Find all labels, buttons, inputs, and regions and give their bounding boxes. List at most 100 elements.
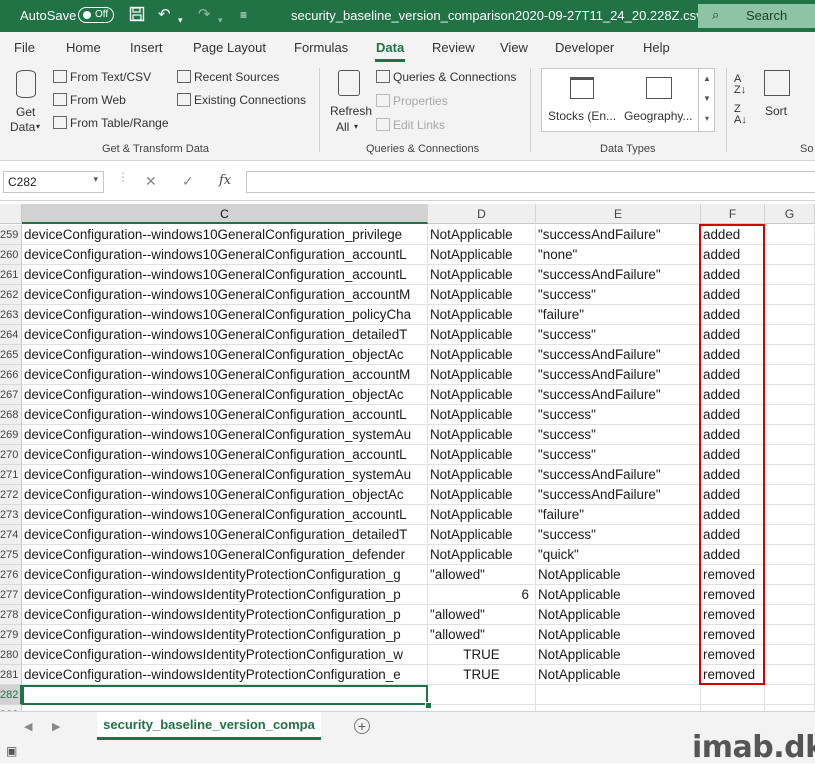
cell-e[interactable]: "successAndFailure" — [536, 485, 701, 505]
cell-e[interactable]: NotApplicable — [536, 645, 701, 665]
cell-c[interactable]: deviceConfiguration--windows10GeneralCon… — [22, 505, 428, 525]
cell-d[interactable]: NotApplicable — [428, 225, 536, 245]
formula-input[interactable] — [246, 171, 815, 193]
save-icon[interactable] — [129, 6, 145, 27]
row-header[interactable]: 279 — [0, 625, 22, 645]
cell-d[interactable]: NotApplicable — [428, 345, 536, 365]
autosave-toggle[interactable]: Off — [78, 7, 114, 23]
fill-handle[interactable] — [425, 702, 432, 709]
cell-d[interactable]: TRUE — [428, 645, 536, 665]
cell-d[interactable]: NotApplicable — [428, 445, 536, 465]
search-box[interactable]: ⌕ Search — [698, 4, 815, 28]
from-text-csv-button[interactable]: From Text/CSV — [53, 70, 151, 84]
cell-d[interactable] — [428, 685, 536, 705]
cell-c[interactable]: deviceConfiguration--windowsIdentityProt… — [22, 665, 428, 685]
cell-d[interactable]: NotApplicable — [428, 285, 536, 305]
enter-icon[interactable]: ✓ — [182, 173, 194, 190]
row-header[interactable]: 260 — [0, 245, 22, 265]
cell-g[interactable] — [765, 385, 815, 405]
cell-c[interactable]: deviceConfiguration--windowsIdentityProt… — [22, 585, 428, 605]
cell-d[interactable]: NotApplicable — [428, 365, 536, 385]
cell-c[interactable]: deviceConfiguration--windows10GeneralCon… — [22, 405, 428, 425]
cell-d[interactable]: NotApplicable — [428, 425, 536, 445]
cell-g[interactable] — [765, 605, 815, 625]
cell-e[interactable]: "successAndFailure" — [536, 465, 701, 485]
recent-sources-button[interactable]: Recent Sources — [177, 70, 279, 84]
column-header-d[interactable]: D — [428, 204, 536, 224]
cell-c[interactable]: deviceConfiguration--windows10GeneralCon… — [22, 325, 428, 345]
row-header[interactable]: 267 — [0, 385, 22, 405]
cell-d[interactable]: 6 — [428, 585, 536, 605]
cell-d[interactable]: NotApplicable — [428, 485, 536, 505]
get-data-button[interactable]: Get Data ▾ — [8, 68, 48, 138]
macro-record-icon[interactable]: ▣ — [6, 744, 17, 758]
cell-d[interactable]: NotApplicable — [428, 305, 536, 325]
cell-e[interactable]: "success" — [536, 405, 701, 425]
cell-g[interactable] — [765, 345, 815, 365]
cell-e[interactable]: NotApplicable — [536, 565, 701, 585]
customize-toolbar-icon[interactable]: ≡ — [240, 6, 247, 24]
cell-c[interactable]: deviceConfiguration--windows10GeneralCon… — [22, 285, 428, 305]
cell-g[interactable] — [765, 565, 815, 585]
cell-e[interactable]: "success" — [536, 525, 701, 545]
cell-c[interactable]: deviceConfiguration--windows10GeneralCon… — [22, 485, 428, 505]
cell-e[interactable]: "successAndFailure" — [536, 385, 701, 405]
tab-insert[interactable]: Insert — [130, 40, 163, 55]
cell-e[interactable]: NotApplicable — [536, 625, 701, 645]
row-header[interactable]: 278 — [0, 605, 22, 625]
cell-d[interactable]: NotApplicable — [428, 325, 536, 345]
stocks-button[interactable]: Stocks (En... — [544, 71, 620, 129]
cell-d[interactable]: TRUE — [428, 665, 536, 685]
cell-g[interactable] — [765, 485, 815, 505]
cell-c[interactable]: deviceConfiguration--windows10GeneralCon… — [22, 305, 428, 325]
cell-c[interactable]: deviceConfiguration--windows10GeneralCon… — [22, 525, 428, 545]
cell-g[interactable] — [765, 285, 815, 305]
tab-help[interactable]: Help — [643, 40, 670, 55]
sheet-tab[interactable]: security_baseline_version_compa — [97, 712, 321, 740]
row-header[interactable]: 274 — [0, 525, 22, 545]
cell-g[interactable] — [765, 365, 815, 385]
column-header-c[interactable]: C — [22, 204, 428, 224]
cell-e[interactable]: "success" — [536, 325, 701, 345]
cell-e[interactable]: "failure" — [536, 505, 701, 525]
cell-c[interactable]: deviceConfiguration--windows10GeneralCon… — [22, 265, 428, 285]
cell-g[interactable] — [765, 325, 815, 345]
row-header[interactable]: 272 — [0, 485, 22, 505]
cell-g[interactable] — [765, 265, 815, 285]
row-header[interactable]: 270 — [0, 445, 22, 465]
cell-c[interactable]: deviceConfiguration--windowsIdentityProt… — [22, 645, 428, 665]
cell-g[interactable] — [765, 665, 815, 685]
cell-g[interactable] — [765, 245, 815, 265]
cell-g[interactable] — [765, 645, 815, 665]
cell-e[interactable]: "success" — [536, 445, 701, 465]
cell-g[interactable] — [765, 425, 815, 445]
cell-d[interactable]: NotApplicable — [428, 505, 536, 525]
row-header[interactable]: 266 — [0, 365, 22, 385]
cell-d[interactable]: NotApplicable — [428, 465, 536, 485]
cell-g[interactable] — [765, 525, 815, 545]
cell-c[interactable]: deviceConfiguration--windows10GeneralCon… — [22, 365, 428, 385]
row-header[interactable]: 276 — [0, 565, 22, 585]
column-header-g[interactable]: G — [765, 204, 815, 224]
cell-g[interactable] — [765, 545, 815, 565]
cell-e[interactable]: "none" — [536, 245, 701, 265]
cancel-icon[interactable]: ✕ — [145, 173, 157, 190]
row-header[interactable]: 282 — [0, 685, 22, 705]
row-header[interactable]: 281 — [0, 665, 22, 685]
row-header[interactable]: 275 — [0, 545, 22, 565]
cell-g[interactable] — [765, 585, 815, 605]
from-web-button[interactable]: From Web — [53, 93, 126, 107]
tab-view[interactable]: View — [500, 40, 528, 55]
insert-function-button[interactable]: fx — [219, 173, 231, 188]
tab-page-layout[interactable]: Page Layout — [193, 40, 266, 55]
cell-g[interactable] — [765, 305, 815, 325]
from-table-range-button[interactable]: From Table/Range — [53, 116, 169, 130]
add-sheet-icon[interactable]: + — [354, 718, 370, 734]
cell-c[interactable]: deviceConfiguration--windows10GeneralCon… — [22, 345, 428, 365]
name-box[interactable]: C282 ▾ — [3, 171, 104, 193]
tab-data[interactable]: Data — [376, 40, 404, 55]
cell-e[interactable] — [536, 685, 701, 705]
cell-e[interactable]: "success" — [536, 425, 701, 445]
sort-ascending-button[interactable]: A Z↓ — [734, 74, 754, 98]
next-sheet-icon[interactable]: ▶ — [52, 720, 60, 733]
